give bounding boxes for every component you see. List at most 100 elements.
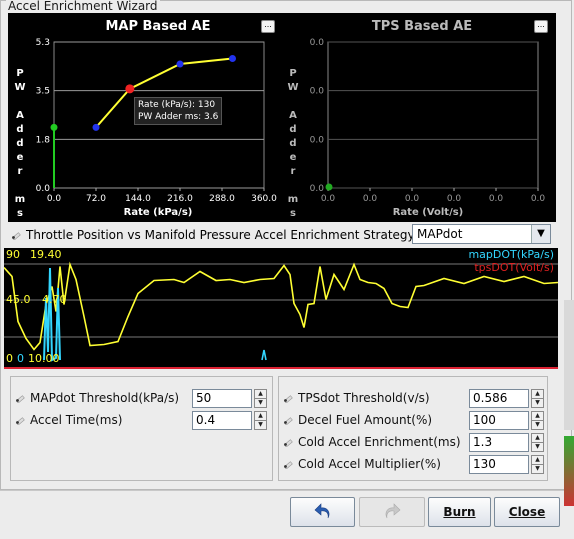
spinner-up-icon[interactable]: ▲: [532, 434, 543, 443]
x-tick-label: 0.0: [321, 194, 336, 204]
data-point: [325, 183, 333, 191]
x-tick-label: 288.0: [209, 194, 235, 204]
x-tick-label: 0.0: [531, 194, 546, 204]
pencil-icon: [283, 436, 294, 448]
x-tick-label: 0.0: [447, 194, 462, 204]
spinner-up-icon[interactable]: ▲: [532, 456, 543, 465]
x-tick-label: 0.0: [489, 194, 504, 204]
spinner-down-icon[interactable]: ▼: [532, 399, 543, 407]
undo-button[interactable]: [290, 497, 355, 527]
spinner-down-icon[interactable]: ▼: [532, 421, 543, 429]
burn-button-label: Burn: [443, 505, 476, 519]
y-tick-label: 5.3: [36, 38, 50, 48]
y-tick-label: 0.0: [36, 184, 51, 194]
scope-legend-tpsdot: tpsDOT(Volt/s): [474, 261, 554, 274]
map-setting-spinner[interactable]: ▲ ▼: [254, 389, 267, 408]
x-tick-label: 0.0: [47, 194, 62, 204]
y-tick-label: 3.5: [36, 87, 50, 97]
scope-label-top-right: 19.40: [30, 248, 62, 261]
scope-label-bottom-right: 10.00: [28, 352, 60, 365]
undo-arrow-icon: [314, 503, 329, 519]
spinner-down-icon[interactable]: ▼: [532, 465, 543, 473]
chevron-down-icon[interactable]: ▼: [531, 225, 550, 243]
selected-data-point: [125, 84, 135, 94]
tps-setting-input[interactable]: 0.586: [469, 389, 529, 408]
data-point: [50, 123, 58, 131]
strategy-select[interactable]: MAPdot ▼: [412, 224, 551, 244]
charts-panel: MAP Based AE ... PW Adder ms Rate (kPa/s…: [8, 13, 556, 222]
scope-label-top-left: 90: [6, 248, 20, 261]
tps-setting-input[interactable]: 100: [469, 411, 529, 430]
map-setting-label: MAPdot Threshold(kPa/s): [30, 391, 180, 405]
redo-button[interactable]: [359, 497, 425, 527]
spinner-up-icon[interactable]: ▲: [532, 390, 543, 399]
pencil-icon: [15, 414, 26, 426]
tps-setting-label: Decel Fuel Amount(%): [298, 413, 433, 427]
tps-setting-spinner[interactable]: ▲ ▼: [531, 433, 544, 452]
data-point: [92, 123, 100, 131]
tooltip-rate: Rate (kPa/s): 130: [138, 100, 216, 110]
y-tick-label: 0.0: [310, 184, 325, 194]
tps-setting-spinner[interactable]: ▲ ▼: [531, 411, 544, 430]
strategy-row: Throttle Position vs Manifold Pressure A…: [8, 224, 556, 246]
y-tick-label: 0.0: [310, 87, 325, 97]
y-tick-label: 0.0: [310, 38, 325, 48]
y-tick-label: 0.0: [310, 135, 325, 145]
tps-setting-input[interactable]: 130: [469, 455, 529, 474]
tps-setting-input[interactable]: 1.3: [469, 433, 529, 452]
scope-label-bottom-mid: 0: [17, 352, 24, 365]
side-indicator-strip: [564, 436, 574, 506]
data-point: [229, 55, 236, 63]
pencil-icon: [283, 392, 294, 404]
pencil-icon: [283, 458, 294, 470]
close-button-label: Close: [508, 505, 546, 519]
x-tick-label: 72.0: [86, 194, 106, 204]
map-setting-label: Accel Time(ms): [30, 413, 123, 427]
tps-setting-label: Cold Accel Enrichment(ms): [298, 435, 461, 449]
window-title: Accel Enrichment Wizard: [6, 0, 160, 13]
close-button[interactable]: Close: [494, 497, 560, 527]
data-point: [176, 60, 184, 68]
side-panel-edge: [564, 300, 574, 430]
redo-arrow-icon: [385, 503, 401, 519]
x-tick-label: 216.0: [167, 194, 193, 204]
scope-label-mid-right: 4.70: [42, 293, 67, 306]
strategy-selected-value: MAPdot: [417, 227, 463, 241]
x-tick-label: 0.0: [405, 194, 420, 204]
spinner-up-icon[interactable]: ▲: [255, 390, 266, 399]
y-tick-label: 1.8: [36, 135, 51, 145]
strategy-label: Throttle Position vs Manifold Pressure A…: [26, 228, 415, 242]
map-setting-spinner[interactable]: ▲ ▼: [254, 411, 267, 430]
scope-legend-mapdot: mapDOT(kPa/s): [468, 248, 554, 261]
tps-settings-box: TPSdot Threshold(v/s) 0.586 ▲ ▼ Decel Fuel A…: [278, 376, 548, 481]
spinner-down-icon[interactable]: ▼: [255, 421, 266, 429]
x-tick-label: 360.0: [251, 194, 277, 204]
realtime-scope: 90 19.40 45.0 4.70 0 0 10.00 mapDOT(kPa/…: [4, 248, 558, 369]
scope-label-mid-left: 45.0: [6, 293, 31, 306]
pencil-icon: [283, 414, 294, 426]
spinner-up-icon[interactable]: ▲: [532, 412, 543, 421]
pencil-icon: [11, 232, 21, 240]
map-chart-tooltip: Rate (kPa/s): 130 PW Adder ms: 3.6: [134, 97, 223, 125]
x-tick-label: 0.0: [363, 194, 378, 204]
tps-setting-label: TPSdot Threshold(v/s): [298, 391, 430, 405]
tps-setting-label: Cold Accel Multiplier(%): [298, 457, 441, 471]
tps-setting-spinner[interactable]: ▲ ▼: [531, 389, 544, 408]
spinner-down-icon[interactable]: ▼: [255, 399, 266, 407]
pencil-icon: [15, 392, 26, 404]
spinner-down-icon[interactable]: ▼: [532, 443, 543, 451]
burn-button[interactable]: Burn: [428, 497, 491, 527]
scope-label-bottom-left: 0: [6, 352, 13, 365]
scope-trace-cyan-spike: [261, 349, 267, 361]
map-setting-input[interactable]: 50: [192, 389, 252, 408]
map-setting-input[interactable]: 0.4: [192, 411, 252, 430]
spinner-up-icon[interactable]: ▲: [255, 412, 266, 421]
map-settings-box: MAPdot Threshold(kPa/s) 50 ▲ ▼ Accel Time(ms…: [10, 376, 273, 481]
plot-area: [327, 41, 539, 189]
x-tick-label: 144.0: [125, 194, 151, 204]
tooltip-pw-adder: PW Adder ms: 3.6: [138, 112, 219, 122]
tps-chart-plot[interactable]: 0.00.00.00.00.0 0.0 0.0 0.0 0.0 0.0: [282, 13, 556, 222]
divider: [0, 490, 574, 491]
scope-trace-cyan: [43, 267, 61, 362]
tps-setting-spinner[interactable]: ▲ ▼: [531, 455, 544, 474]
